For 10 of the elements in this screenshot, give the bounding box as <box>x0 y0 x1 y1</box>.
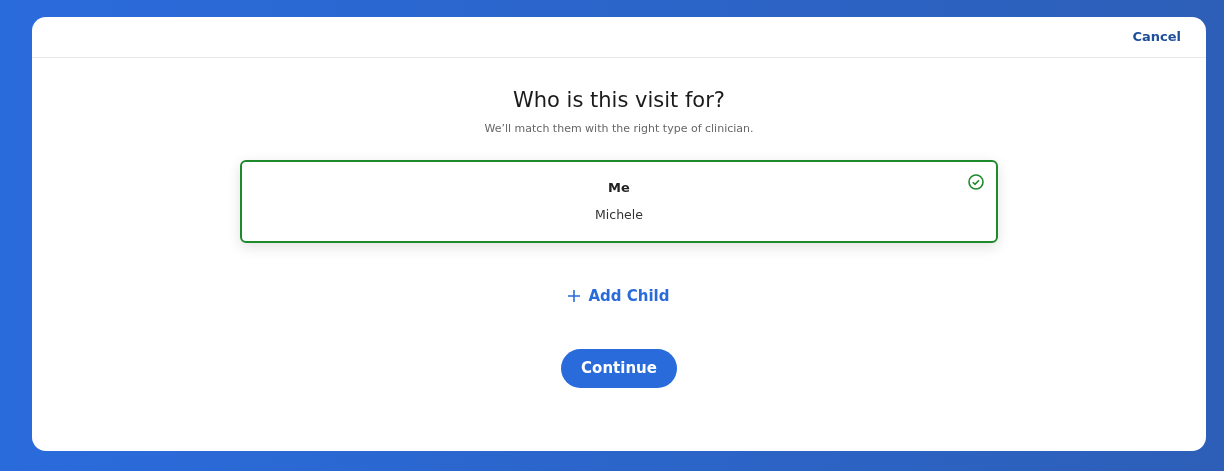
option-card[interactable]: Me Michele <box>240 159 998 243</box>
check-circle-icon <box>968 173 984 190</box>
option-label: Me <box>608 179 630 198</box>
add-child-button[interactable]: Add Child <box>568 284 670 308</box>
subtitle: We’ll match them with the right type of clinician. <box>484 121 754 138</box>
continue-button[interactable]: Continue <box>561 349 677 388</box>
cancel-link[interactable]: Cancel <box>1132 27 1181 47</box>
person-name: Michele <box>595 205 643 224</box>
plus-icon <box>568 289 581 302</box>
page-title: Who is this visit for? <box>513 88 725 114</box>
